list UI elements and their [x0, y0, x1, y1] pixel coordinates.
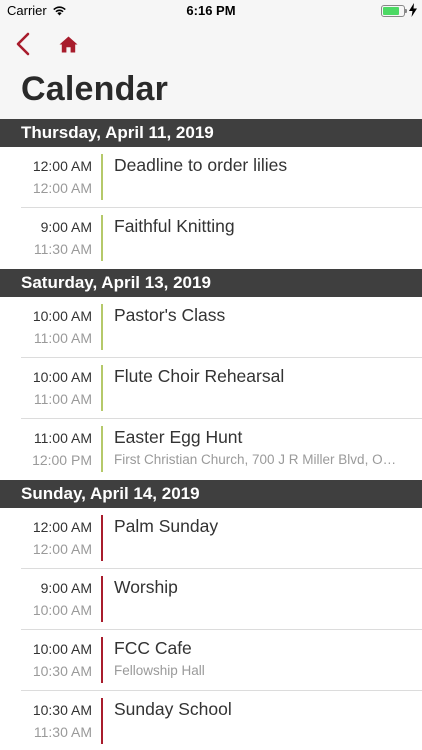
- title-area: Calendar: [0, 66, 422, 119]
- event-color-bar: [101, 637, 103, 683]
- event-title: Easter Egg Hunt: [114, 427, 243, 447]
- event-row[interactable]: 10:30 AM 11:30 AM Sunday School: [0, 691, 422, 750]
- event-color-bar: [101, 426, 103, 472]
- navigation-bar: [0, 22, 422, 66]
- event-end-time: 10:00 AM: [32, 602, 92, 618]
- page-title: Calendar: [21, 70, 169, 108]
- event-color-bar: [101, 698, 103, 744]
- charging-bolt-icon: [409, 3, 417, 17]
- event-end-time: 11:00 AM: [33, 330, 92, 346]
- event-color-bar: [101, 515, 103, 561]
- chevron-left-icon: [16, 32, 30, 56]
- battery-icon: [381, 5, 405, 17]
- event-start-time: 10:00 AM: [32, 308, 92, 324]
- event-location: First Christian Church, 700 J R Miller B…: [114, 452, 404, 467]
- home-icon: [59, 36, 77, 52]
- event-title: Sunday School: [114, 699, 232, 719]
- event-start-time: 10:00 AM: [32, 369, 92, 385]
- event-row[interactable]: 10:00 AM 10:30 AM FCC Cafe Fellowship Hall: [0, 630, 422, 691]
- calendar-event-list[interactable]: Thursday, April 11, 2019 12:00 AM 12:00 AM…: [0, 119, 422, 750]
- event-start-time: 10:00 AM: [32, 641, 92, 657]
- event-title: Deadline to order lilies: [114, 155, 288, 175]
- event-end-time: 11:30 AM: [33, 724, 92, 740]
- event-row[interactable]: 12:00 AM 12:00 AM Palm Sunday: [0, 508, 422, 569]
- event-start-time: 10:30 AM: [32, 702, 92, 718]
- section-header-date: Saturday, April 13, 2019: [0, 269, 422, 297]
- event-start-time: 12:00 AM: [32, 519, 92, 535]
- event-row[interactable]: 10:00 AM 11:00 AM Flute Choir Rehearsal: [0, 358, 422, 419]
- section-header-date: Sunday, April 14, 2019: [0, 480, 422, 508]
- event-title: Flute Choir Rehearsal: [114, 366, 285, 386]
- event-title: FCC Cafe: [114, 638, 192, 658]
- event-start-time: 9:00 AM: [40, 580, 92, 596]
- event-end-time: 12:00 PM: [32, 452, 92, 468]
- back-button[interactable]: [10, 30, 36, 58]
- event-row[interactable]: 12:00 AM 12:00 AM Deadline to order lilies: [0, 147, 422, 208]
- event-end-time: 12:00 AM: [32, 541, 92, 557]
- battery-tip: [405, 9, 407, 13]
- event-end-time: 11:00 AM: [33, 391, 92, 407]
- event-color-bar: [101, 304, 103, 350]
- event-row[interactable]: 9:00 AM 11:30 AM Faithful Knitting: [0, 208, 422, 269]
- event-start-time: 9:00 AM: [40, 219, 92, 235]
- event-location: Fellowship Hall: [114, 663, 205, 678]
- event-color-bar: [101, 576, 103, 622]
- event-start-time: 12:00 AM: [32, 158, 92, 174]
- event-title: Pastor's Class: [114, 305, 226, 325]
- status-bar: Carrier 6:16 PM: [0, 0, 422, 22]
- event-title: Palm Sunday: [114, 516, 219, 536]
- event-start-time: 11:00 AM: [33, 430, 92, 446]
- event-row[interactable]: 9:00 AM 10:00 AM Worship: [0, 569, 422, 630]
- event-title: Worship: [114, 577, 178, 597]
- event-end-time: 11:30 AM: [33, 241, 92, 257]
- event-end-time: 10:30 AM: [32, 663, 92, 679]
- event-row[interactable]: 10:00 AM 11:00 AM Pastor's Class: [0, 297, 422, 358]
- event-color-bar: [101, 215, 103, 261]
- event-title: Faithful Knitting: [114, 216, 235, 236]
- section-header-date: Thursday, April 11, 2019: [0, 119, 422, 147]
- event-end-time: 12:00 AM: [32, 180, 92, 196]
- event-row[interactable]: 11:00 AM 12:00 PM Easter Egg Hunt First Chr…: [0, 419, 422, 480]
- home-button[interactable]: [56, 32, 80, 56]
- clock-label: 6:16 PM: [186, 3, 236, 18]
- event-color-bar: [101, 154, 103, 200]
- event-color-bar: [101, 365, 103, 411]
